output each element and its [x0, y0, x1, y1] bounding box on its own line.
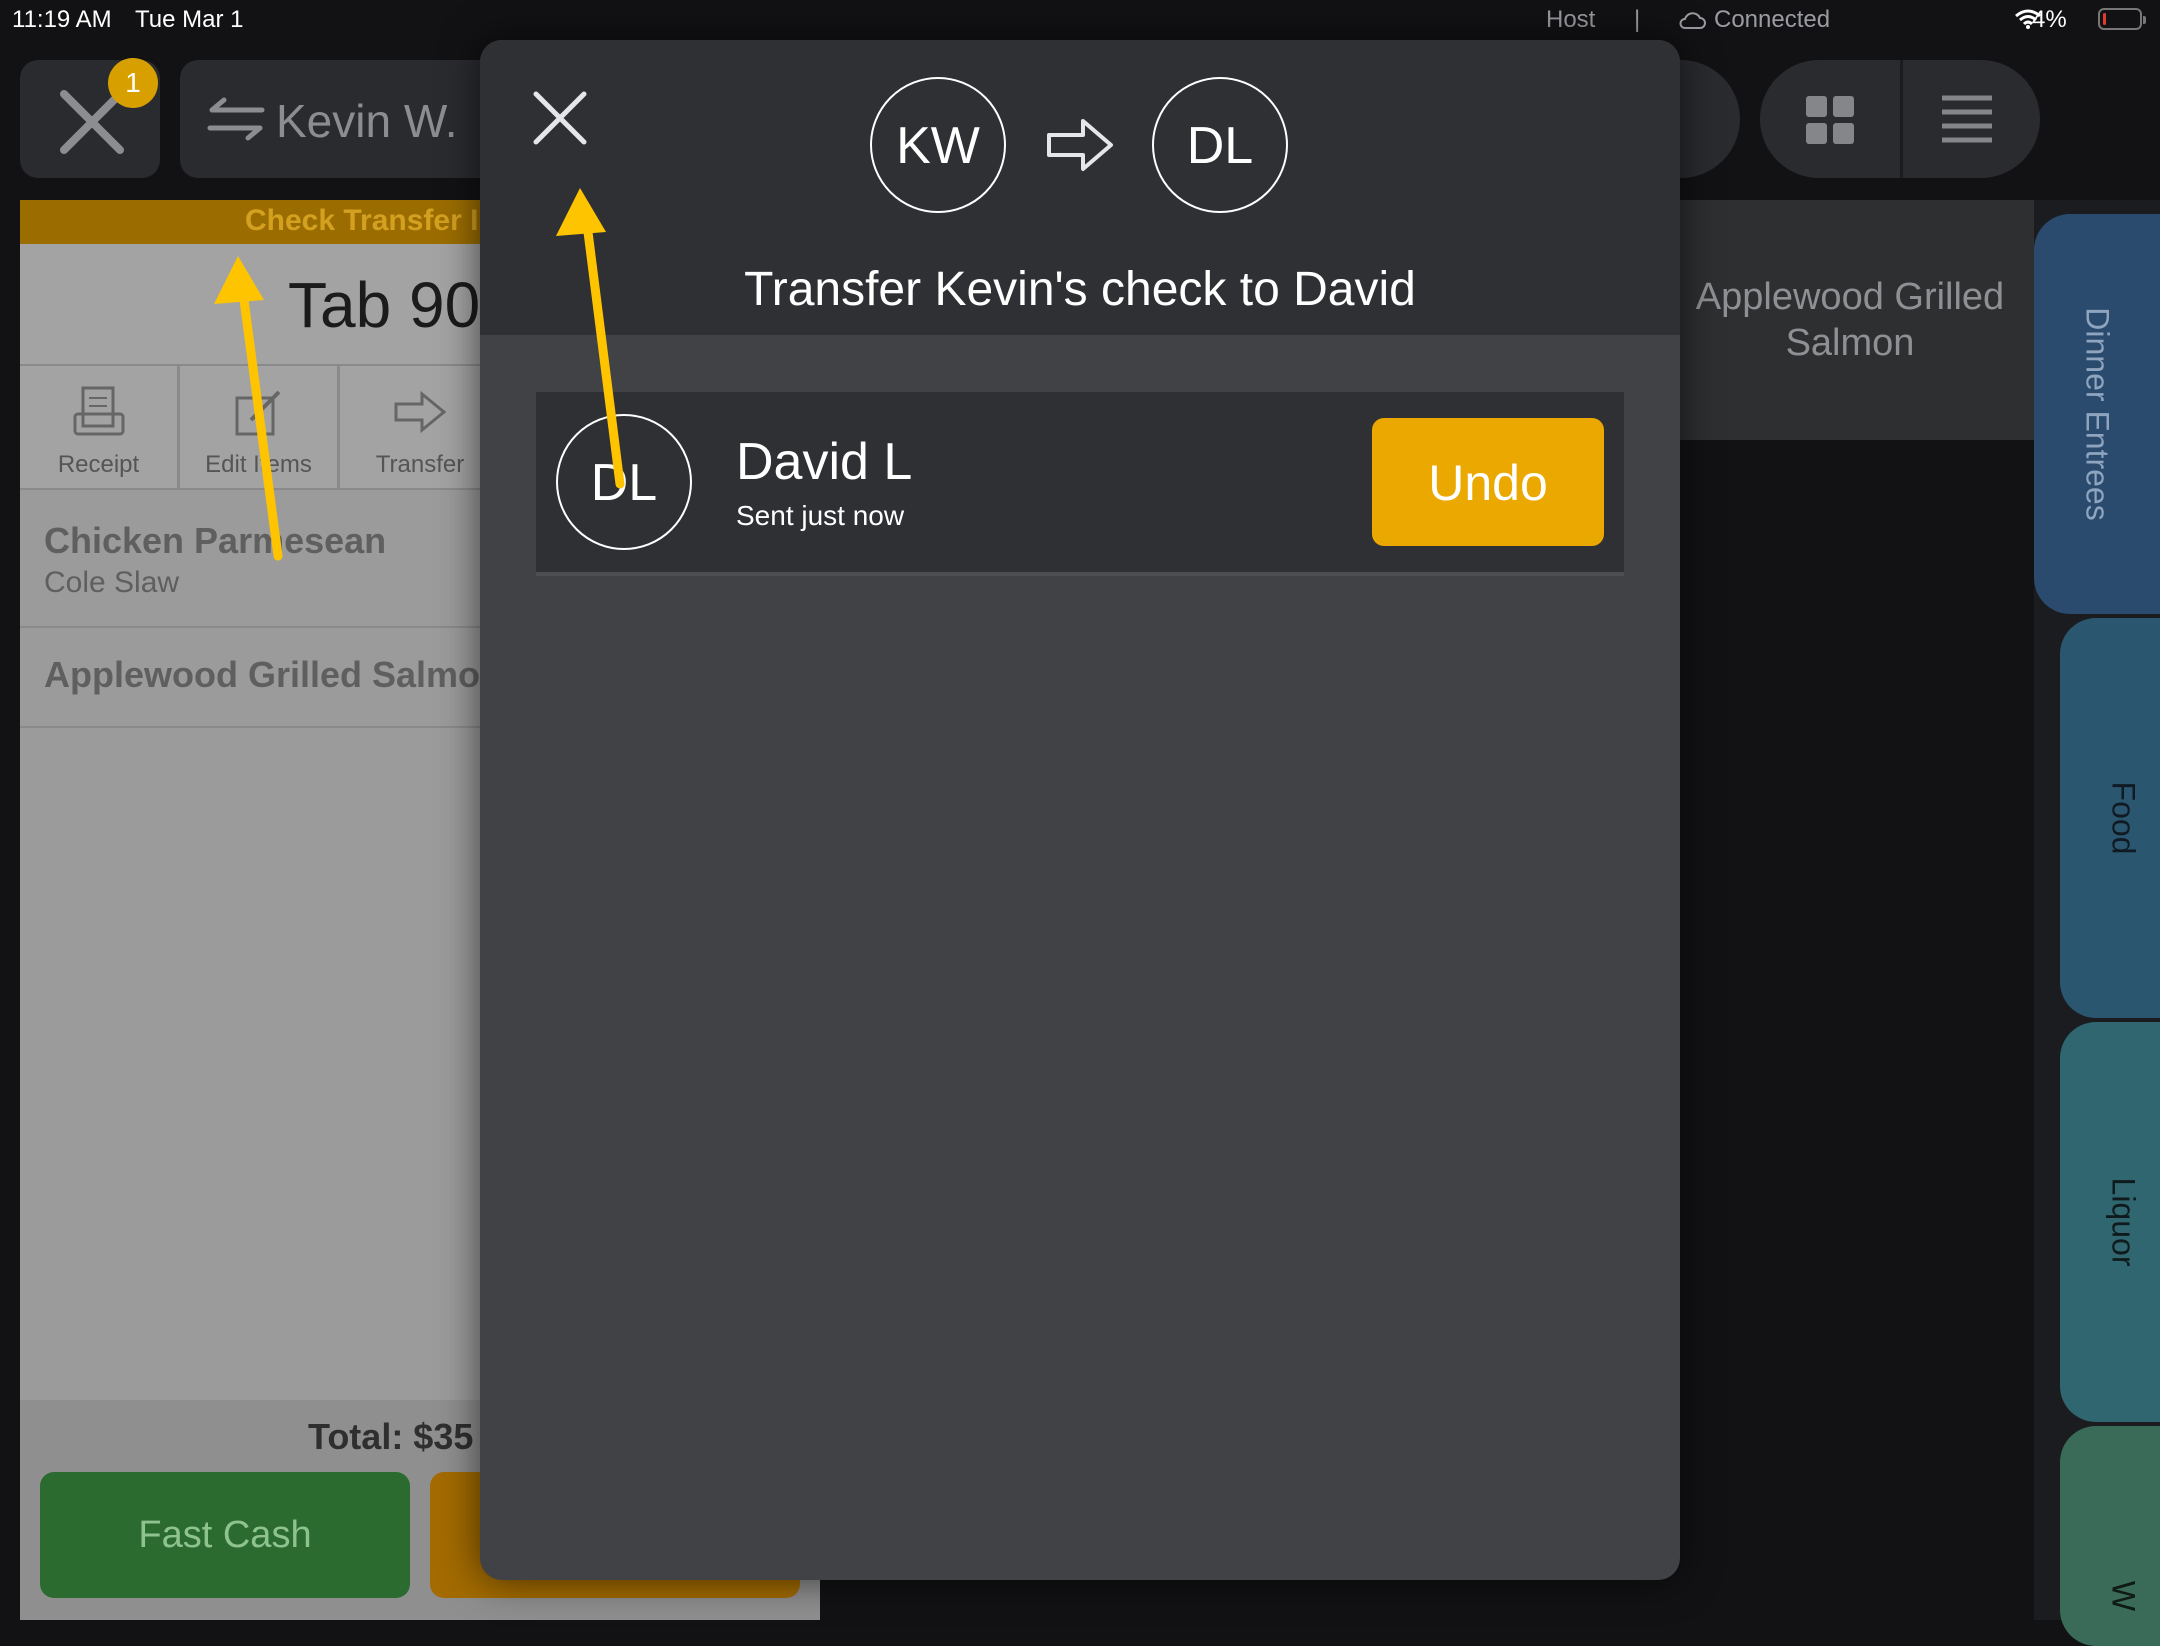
modal-title: Transfer Kevin's check to David	[744, 263, 1416, 316]
transfer-row: DL David L Sent just now Undo	[536, 392, 1624, 576]
view-toggle-group	[1760, 60, 2040, 178]
status-date: Tue Mar 1	[135, 6, 244, 33]
modal-close-button[interactable]	[530, 88, 590, 148]
category-label: Liquor	[2105, 1177, 2142, 1267]
category-tab-liquor[interactable]: Liquor	[2060, 1022, 2160, 1422]
recipient-name: David L	[736, 433, 913, 491]
receipt-button[interactable]: Receipt	[20, 366, 180, 488]
connection-status: Connected	[1678, 6, 1830, 34]
category-tab-w[interactable]: W	[2060, 1426, 2160, 1646]
battery-percent: 4%	[2032, 6, 2067, 33]
hamburger-menu-icon	[1942, 95, 1992, 143]
transfer-label: Transfer	[375, 451, 465, 478]
check-total: Total: $35	[308, 1416, 474, 1457]
status-time: 11:19 AM	[12, 6, 112, 33]
from-avatar: KW	[870, 77, 1006, 213]
transfer-check-modal: KW DL Transfer Kevin's check to David DL…	[480, 40, 1680, 1580]
to-avatar: DL	[1152, 77, 1288, 213]
category-label: W	[2105, 1580, 2142, 1612]
recipient-avatar: DL	[556, 414, 692, 550]
status-role: Host	[1546, 6, 1596, 33]
category-label: Dinner Entrees	[2079, 307, 2116, 521]
category-tab-dinner-entrees[interactable]: Dinner Entrees	[2034, 214, 2160, 614]
server-name: Kevin W.	[276, 95, 458, 147]
grid-view-button[interactable]	[1760, 60, 1903, 178]
category-tab-food[interactable]: Food	[2060, 618, 2160, 1018]
grid-icon	[1806, 96, 1854, 144]
item-modifier: Cole Slaw	[44, 566, 180, 599]
transfer-arrow-icon	[394, 390, 447, 434]
menu-item-label: Applewood Grilled Salmon	[1695, 276, 2005, 364]
edit-items-button[interactable]: Edit Items	[180, 366, 340, 488]
notification-badge: 1	[108, 58, 158, 108]
item-name: Chicken Parmesean	[44, 520, 387, 561]
battery-icon	[2098, 8, 2146, 30]
transfer-status: Sent just now	[736, 500, 905, 531]
status-bar: 11:19 AM Tue Mar 1 Host | Connected 4%	[0, 0, 2160, 40]
undo-button[interactable]: Undo	[1372, 418, 1604, 546]
item-name: Applewood Grilled Salmo	[44, 654, 481, 695]
switch-arrows-icon	[207, 97, 265, 141]
server-switch-button[interactable]: Kevin W.	[180, 60, 500, 178]
edit-items-icon	[235, 390, 280, 436]
menu-item-card[interactable]: Applewood Grilled Salmon	[1660, 200, 2040, 440]
receipt-icon	[73, 386, 124, 436]
close-icon	[533, 91, 587, 145]
modal-header: KW DL Transfer Kevin's check to David	[480, 40, 1680, 335]
cloud-icon	[1679, 12, 1706, 29]
fast-cash-button[interactable]: Fast Cash	[40, 1472, 410, 1598]
receipt-label: Receipt	[57, 451, 140, 478]
connection-label: Connected	[1714, 6, 1831, 33]
transfer-button[interactable]: Transfer	[340, 366, 500, 488]
category-label: Food	[2105, 781, 2142, 855]
tab-title-text: Tab 90	[288, 269, 481, 341]
arrow-right-icon	[1047, 119, 1113, 171]
banner-text: Check Transfer I	[245, 204, 479, 237]
list-view-button[interactable]	[1900, 60, 2040, 178]
status-separator: |	[1634, 6, 1641, 33]
edit-items-label: Edit Items	[205, 451, 312, 478]
